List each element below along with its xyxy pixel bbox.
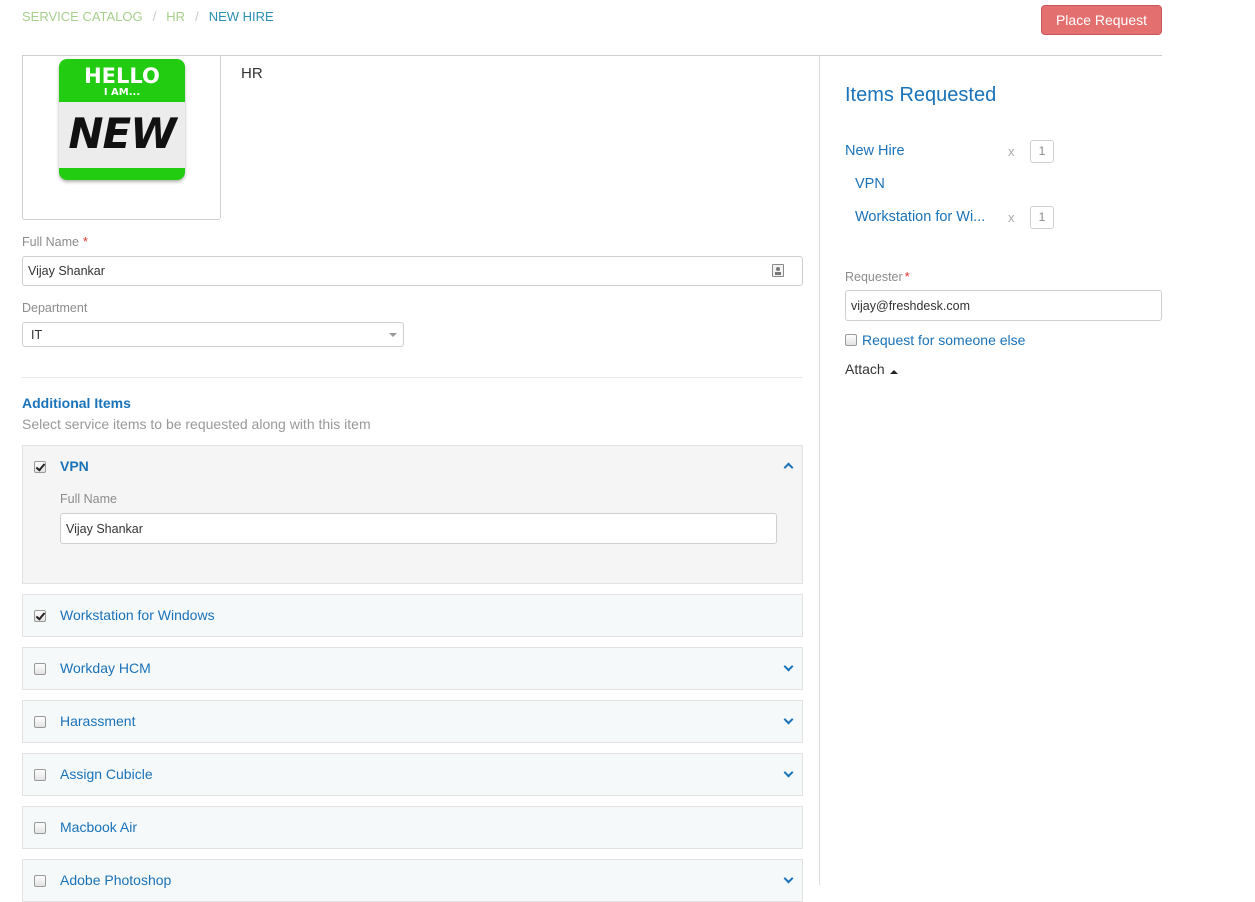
item-checkbox[interactable] bbox=[34, 769, 46, 781]
times-icon: x bbox=[1008, 210, 1015, 225]
department-selected-value: IT bbox=[31, 328, 43, 342]
full-name-label: Full Name * bbox=[22, 235, 88, 249]
contact-card-icon[interactable] bbox=[772, 264, 784, 277]
caret-up-icon bbox=[889, 370, 898, 374]
quantity-field[interactable]: 1 bbox=[1030, 206, 1054, 229]
chevron-down-icon bbox=[389, 333, 397, 337]
breadcrumb-new-hire: NEW HIRE bbox=[208, 9, 274, 24]
additional-item-assign-cubicle[interactable]: Assign Cubicle bbox=[22, 753, 803, 796]
badge-iam-text: I AM... bbox=[103, 87, 141, 98]
item-label[interactable]: Workday HCM bbox=[60, 660, 151, 676]
required-mark: * bbox=[82, 235, 88, 249]
vpn-full-name-input[interactable] bbox=[60, 513, 777, 544]
item-checkbox[interactable] bbox=[34, 716, 46, 728]
additional-item-macbook-air[interactable]: Macbook Air bbox=[22, 806, 803, 849]
item-image-frame: HELLO I AM... NEW bbox=[22, 56, 221, 220]
requested-item-vpn[interactable]: VPN bbox=[855, 176, 885, 192]
item-checkbox[interactable] bbox=[34, 461, 46, 473]
chevron-down-icon[interactable] bbox=[784, 875, 792, 883]
badge-new-text: NEW bbox=[68, 109, 176, 158]
request-for-someone-else[interactable]: Request for someone else bbox=[845, 332, 1025, 348]
section-divider bbox=[22, 377, 803, 378]
additional-items-subtitle: Select service items to be requested alo… bbox=[22, 416, 371, 432]
item-checkbox[interactable] bbox=[34, 610, 46, 622]
requester-input[interactable] bbox=[845, 290, 1162, 321]
place-request-button[interactable]: Place Request bbox=[1041, 5, 1162, 35]
additional-item-vpn[interactable]: VPN Full Name bbox=[22, 445, 803, 584]
chevron-down-icon[interactable] bbox=[784, 663, 792, 671]
item-label[interactable]: Assign Cubicle bbox=[60, 766, 153, 782]
times-icon: x bbox=[1008, 144, 1015, 159]
item-checkbox[interactable] bbox=[34, 822, 46, 834]
additional-item-harassment[interactable]: Harassment bbox=[22, 700, 803, 743]
additional-item-workday-hcm[interactable]: Workday HCM bbox=[22, 647, 803, 690]
chevron-down-icon[interactable] bbox=[784, 716, 792, 724]
item-checkbox[interactable] bbox=[34, 875, 46, 887]
quantity-field[interactable]: 1 bbox=[1030, 140, 1054, 163]
item-label[interactable]: Macbook Air bbox=[60, 819, 137, 835]
item-checkbox[interactable] bbox=[34, 663, 46, 675]
item-label[interactable]: Harassment bbox=[60, 713, 135, 729]
item-label[interactable]: Adobe Photoshop bbox=[60, 872, 171, 888]
requested-item-new-hire[interactable]: New Hire bbox=[845, 143, 905, 159]
chevron-down-icon[interactable] bbox=[784, 769, 792, 777]
breadcrumb-separator: / bbox=[152, 9, 157, 24]
requester-label: Requester * bbox=[845, 270, 910, 284]
department-label: Department bbox=[22, 301, 88, 315]
breadcrumb-hr[interactable]: HR bbox=[166, 9, 185, 24]
additional-item-adobe-photoshop[interactable]: Adobe Photoshop bbox=[22, 859, 803, 902]
breadcrumb-separator: / bbox=[195, 9, 199, 24]
requester-label-text: Requester bbox=[845, 270, 903, 284]
item-category: HR bbox=[241, 65, 263, 82]
full-name-input[interactable] bbox=[22, 256, 803, 286]
requested-item-workstation[interactable]: Workstation for Wi... bbox=[855, 209, 985, 225]
required-mark: * bbox=[904, 270, 910, 284]
sidebar-divider bbox=[819, 56, 820, 885]
item-label[interactable]: VPN bbox=[60, 458, 89, 474]
full-name-label-text: Full Name bbox=[22, 235, 79, 249]
someone-else-label[interactable]: Request for someone else bbox=[862, 332, 1025, 348]
vpn-full-name-label: Full Name bbox=[60, 492, 117, 506]
someone-else-checkbox[interactable] bbox=[845, 334, 857, 346]
breadcrumb: SERVICE CATALOG / HR / NEW HIRE bbox=[22, 9, 274, 24]
items-requested-title: Items Requested bbox=[845, 84, 997, 106]
breadcrumb-service-catalog[interactable]: SERVICE CATALOG bbox=[22, 9, 143, 24]
additional-item-workstation-for-windows[interactable]: Workstation for Windows bbox=[22, 594, 803, 637]
department-select[interactable]: IT bbox=[22, 322, 404, 347]
attach-toggle[interactable]: Attach bbox=[845, 361, 898, 377]
attach-label[interactable]: Attach bbox=[845, 361, 885, 377]
chevron-up-icon[interactable] bbox=[784, 461, 792, 469]
badge-hello-text: HELLO bbox=[84, 64, 160, 88]
item-label[interactable]: Workstation for Windows bbox=[60, 607, 215, 623]
item-image-new-hire-badge: HELLO I AM... NEW bbox=[59, 59, 185, 180]
additional-items-title: Additional Items bbox=[22, 395, 131, 411]
